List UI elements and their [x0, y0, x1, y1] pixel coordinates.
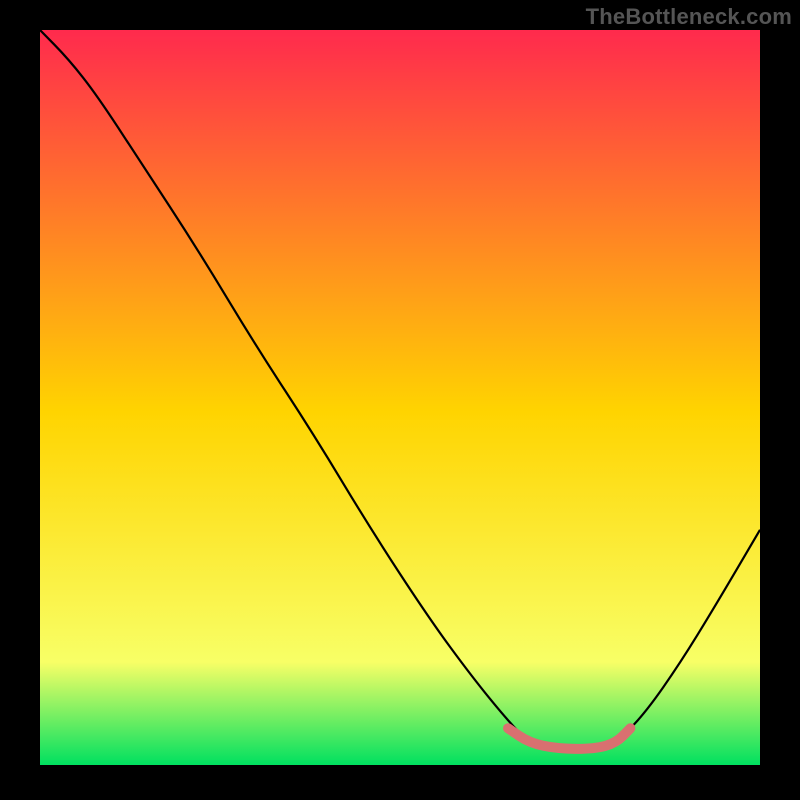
chart-svg	[0, 0, 800, 800]
chart-container: TheBottleneck.com	[0, 0, 800, 800]
watermark-text: TheBottleneck.com	[586, 4, 792, 30]
plot-background	[40, 30, 760, 765]
